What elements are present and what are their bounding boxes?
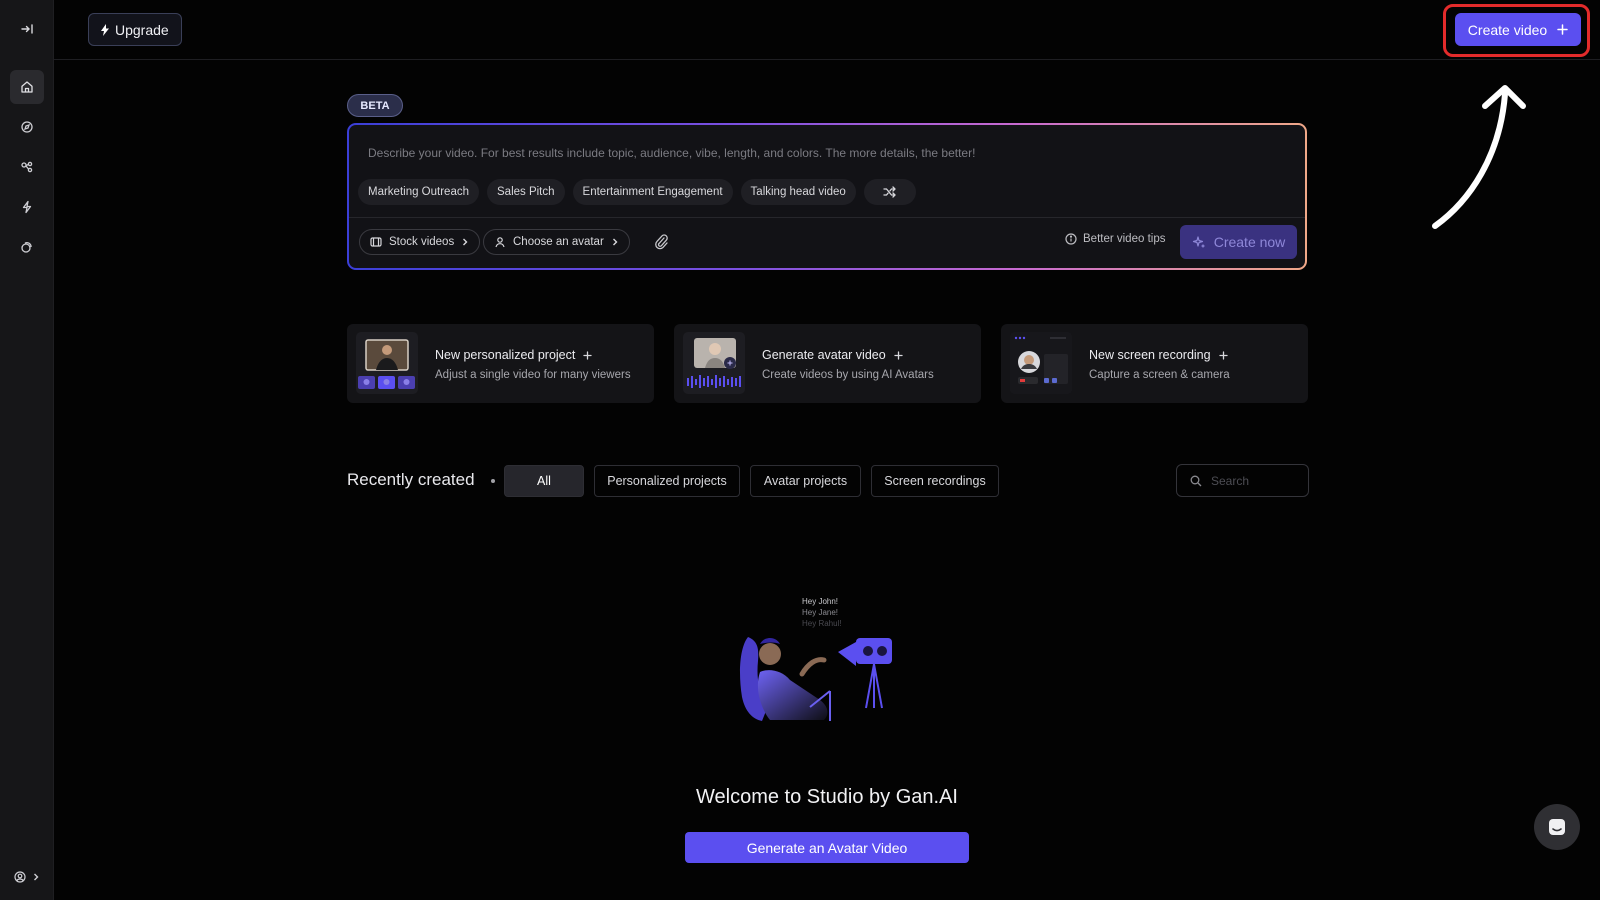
account-menu[interactable]	[6, 864, 48, 890]
home-icon	[20, 80, 34, 94]
personalized-project-thumbnail	[356, 332, 418, 394]
upgrade-label: Upgrade	[115, 21, 169, 38]
card-subtitle: Capture a screen & camera	[1089, 369, 1230, 381]
avatar-video-thumbnail	[683, 332, 745, 394]
empty-state-illustration: Hey John! Hey Jane! Hey Rahul!	[730, 592, 930, 742]
chat-support-button[interactable]	[1534, 804, 1580, 850]
screen-recording-thumbnail	[1010, 332, 1072, 394]
avatar-video-card[interactable]: Generate avatar video Create videos by u…	[674, 324, 981, 403]
highlight-annotation	[1443, 4, 1590, 57]
video-tips-link[interactable]: Better video tips	[1065, 233, 1165, 245]
plus-icon	[1218, 350, 1228, 360]
info-icon	[1065, 233, 1077, 245]
chevron-right-icon	[461, 237, 469, 247]
tips-label: Better video tips	[1083, 233, 1166, 245]
search-input[interactable]	[1211, 473, 1301, 488]
shuffle-icon	[883, 186, 897, 198]
suggestion-chip[interactable]: Talking head video	[740, 179, 856, 205]
chat-icon	[1547, 817, 1567, 837]
collapse-sidebar-button[interactable]	[10, 12, 44, 46]
illustration-text: Hey John!	[802, 597, 838, 606]
separator-dot	[491, 479, 495, 483]
attach-button[interactable]	[654, 233, 668, 250]
search-icon	[1190, 475, 1202, 487]
create-now-button[interactable]: Create now	[1180, 225, 1297, 259]
recently-created-heading: Recently created	[347, 470, 475, 489]
integrations-icon	[20, 200, 34, 214]
compass-icon	[20, 120, 34, 134]
create-now-label: Create now	[1213, 234, 1286, 250]
upgrade-button[interactable]: Upgrade	[88, 13, 182, 46]
prompt-box: Describe your video. For best results in…	[347, 123, 1307, 270]
card-title-text: New personalized project	[435, 348, 576, 362]
choose-avatar-label: Choose an avatar	[513, 236, 604, 248]
prompt-input[interactable]: Describe your video. For best results in…	[368, 146, 975, 160]
shuffle-button[interactable]	[863, 179, 916, 205]
sidebar-item-home[interactable]	[10, 70, 44, 104]
card-subtitle: Create videos by using AI Avatars	[762, 369, 934, 381]
sidebar-item-explore[interactable]	[10, 110, 44, 144]
card-subtitle: Adjust a single video for many viewers	[435, 369, 631, 381]
card-title: New personalized project	[435, 348, 593, 362]
divider	[349, 217, 1305, 218]
chevron-right-icon	[32, 872, 40, 882]
stock-videos-button[interactable]: Stock videos	[359, 229, 481, 255]
stock-videos-label: Stock videos	[389, 236, 455, 248]
share-icon	[20, 160, 34, 174]
suggestion-chips: Marketing Outreach Sales Pitch Entertain…	[358, 179, 916, 205]
sidebar-item-integrations[interactable]	[10, 190, 44, 224]
lightning-icon	[101, 23, 109, 36]
search-box[interactable]	[1176, 464, 1309, 497]
welcome-heading: Welcome to Studio by Gan.AI	[696, 786, 958, 808]
tab-personalized-projects[interactable]: Personalized projects	[594, 465, 740, 497]
tab-all[interactable]: All	[504, 465, 584, 497]
film-icon	[370, 236, 382, 248]
top-bar: Upgrade Create video	[54, 0, 1600, 60]
personalized-project-card[interactable]: New personalized project Adjust a single…	[347, 324, 654, 403]
suggestion-chip[interactable]: Marketing Outreach	[358, 179, 479, 205]
account-icon	[14, 871, 26, 883]
suggestion-chip[interactable]: Entertainment Engagement	[572, 179, 733, 205]
plus-icon	[583, 350, 593, 360]
illustration-text: Hey Jane!	[802, 608, 838, 617]
illustration-text: Hey Rahul!	[802, 619, 842, 628]
suggestion-chip[interactable]: Sales Pitch	[487, 179, 565, 205]
screen-recording-card[interactable]: New screen recording Capture a screen & …	[1001, 324, 1308, 403]
sidebar	[0, 0, 54, 900]
paperclip-icon	[654, 233, 668, 250]
user-icon	[494, 236, 506, 248]
card-title: Generate avatar video	[762, 348, 903, 362]
beta-badge: BETA	[347, 94, 403, 117]
card-title-text: New screen recording	[1089, 348, 1211, 362]
choose-avatar-button[interactable]: Choose an avatar	[483, 229, 630, 255]
pointer-arrow-annotation	[1425, 76, 1545, 236]
card-title-text: Generate avatar video	[762, 348, 886, 362]
plus-icon	[894, 350, 903, 360]
sparkle-icon	[1192, 235, 1206, 249]
sidebar-item-library[interactable]	[10, 230, 44, 264]
generate-avatar-video-button[interactable]: Generate an Avatar Video	[685, 832, 969, 863]
tab-avatar-projects[interactable]: Avatar projects	[750, 465, 861, 497]
collapse-sidebar-icon	[20, 22, 34, 36]
chevron-right-icon	[611, 237, 619, 247]
copy-icon	[20, 240, 34, 254]
card-title: New screen recording	[1089, 348, 1228, 362]
tab-screen-recordings[interactable]: Screen recordings	[871, 465, 999, 497]
sidebar-item-share[interactable]	[10, 150, 44, 184]
